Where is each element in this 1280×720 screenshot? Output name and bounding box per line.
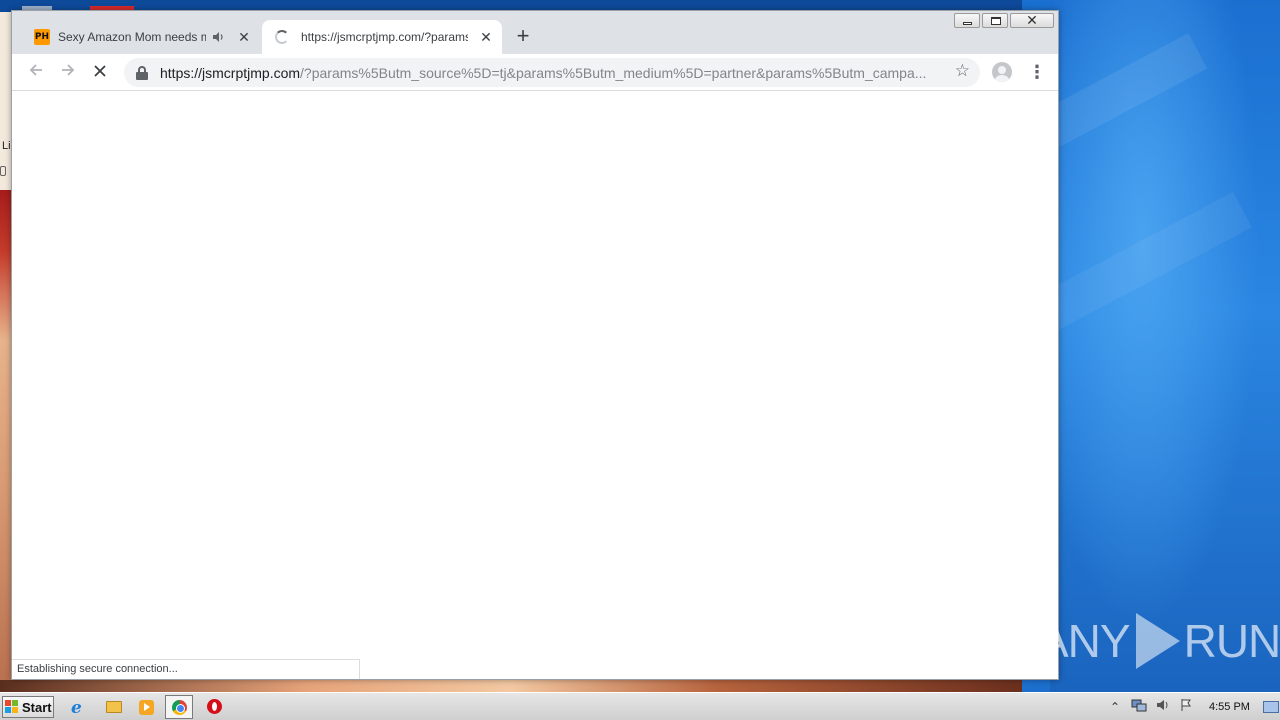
- taskbar-clock[interactable]: 4:55 PM: [1209, 701, 1255, 713]
- chrome-taskbar-icon[interactable]: [165, 695, 193, 719]
- tray-expand-arrow-icon[interactable]: ⌃: [1105, 698, 1125, 716]
- show-desktop-icon[interactable]: [1263, 701, 1279, 713]
- new-tab-button[interactable]: +: [512, 25, 534, 48]
- browser-window: PH Sexy Amazon Mom needs my Co ✕ https:/…: [11, 10, 1059, 680]
- tab-title: https://jsmcrptjmp.com/?params%5Bu: [301, 30, 468, 44]
- stop-loading-button[interactable]: [88, 60, 112, 84]
- windows-logo-icon: [5, 700, 19, 714]
- maximize-button[interactable]: [982, 13, 1008, 28]
- internet-explorer-icon[interactable]: e: [68, 697, 90, 718]
- page-content[interactable]: [12, 92, 1058, 679]
- watermark-right-text: RUN: [1183, 615, 1280, 667]
- background-photo-strip: [0, 680, 1022, 692]
- start-button[interactable]: Start: [2, 696, 54, 718]
- play-logo-icon: [1135, 613, 1180, 669]
- tab-inactive[interactable]: PH Sexy Amazon Mom needs my Co ✕: [24, 20, 260, 54]
- lock-icon[interactable]: [136, 65, 148, 80]
- browser-toolbar: https://jsmcrptjmp.com /?params%5Butm_so…: [12, 54, 1058, 91]
- speaker-icon[interactable]: [212, 30, 226, 44]
- network-icon[interactable]: [1129, 698, 1149, 716]
- kebab-menu-icon[interactable]: ⋮: [1028, 62, 1046, 82]
- close-icon: ✕: [1026, 12, 1038, 28]
- watermark-left-text: ANY: [1038, 615, 1131, 667]
- ph-favicon-icon: PH: [34, 29, 50, 45]
- anyrun-watermark: ANY RUN: [1038, 606, 1280, 676]
- start-label: Start: [22, 699, 52, 715]
- action-center-flag-icon[interactable]: [1177, 698, 1197, 716]
- tab-close-icon[interactable]: ✕: [236, 29, 252, 45]
- background-window-label: Li: [2, 140, 11, 152]
- volume-icon[interactable]: [1153, 698, 1173, 716]
- tab-title: Sexy Amazon Mom needs my Co: [58, 30, 206, 44]
- window-controls: ✕: [954, 12, 1054, 29]
- system-tray: ⌃ 4:55 PM: [1105, 695, 1280, 719]
- lock-icon: [0, 166, 6, 176]
- loading-spinner-icon: [275, 30, 289, 44]
- tab-close-icon[interactable]: ✕: [478, 29, 494, 45]
- tab-strip: PH Sexy Amazon Mom needs my Co ✕ https:/…: [12, 11, 1058, 54]
- bookmark-star-icon[interactable]: ☆: [955, 61, 970, 81]
- media-player-icon[interactable]: [135, 697, 157, 717]
- restore-icon: [991, 17, 1001, 25]
- minimize-button[interactable]: [954, 13, 980, 28]
- tab-active[interactable]: https://jsmcrptjmp.com/?params%5Bu ✕: [262, 20, 502, 54]
- back-button[interactable]: [24, 60, 48, 84]
- profile-avatar-icon[interactable]: [992, 62, 1012, 82]
- file-explorer-icon[interactable]: [102, 697, 124, 717]
- forward-button[interactable]: [56, 60, 80, 84]
- url-path: /?params%5Butm_source%5D=tj&params%5Butm…: [300, 64, 927, 81]
- taskbar: Start e ⌃ 4:55 PM: [0, 692, 1280, 720]
- address-bar[interactable]: https://jsmcrptjmp.com /?params%5Butm_so…: [124, 58, 980, 87]
- status-bubble: Establishing secure connection...: [12, 659, 360, 679]
- minimize-icon: [963, 22, 972, 25]
- close-button[interactable]: ✕: [1010, 12, 1054, 28]
- url-host: https://jsmcrptjmp.com: [160, 64, 301, 81]
- opera-icon[interactable]: [203, 697, 225, 717]
